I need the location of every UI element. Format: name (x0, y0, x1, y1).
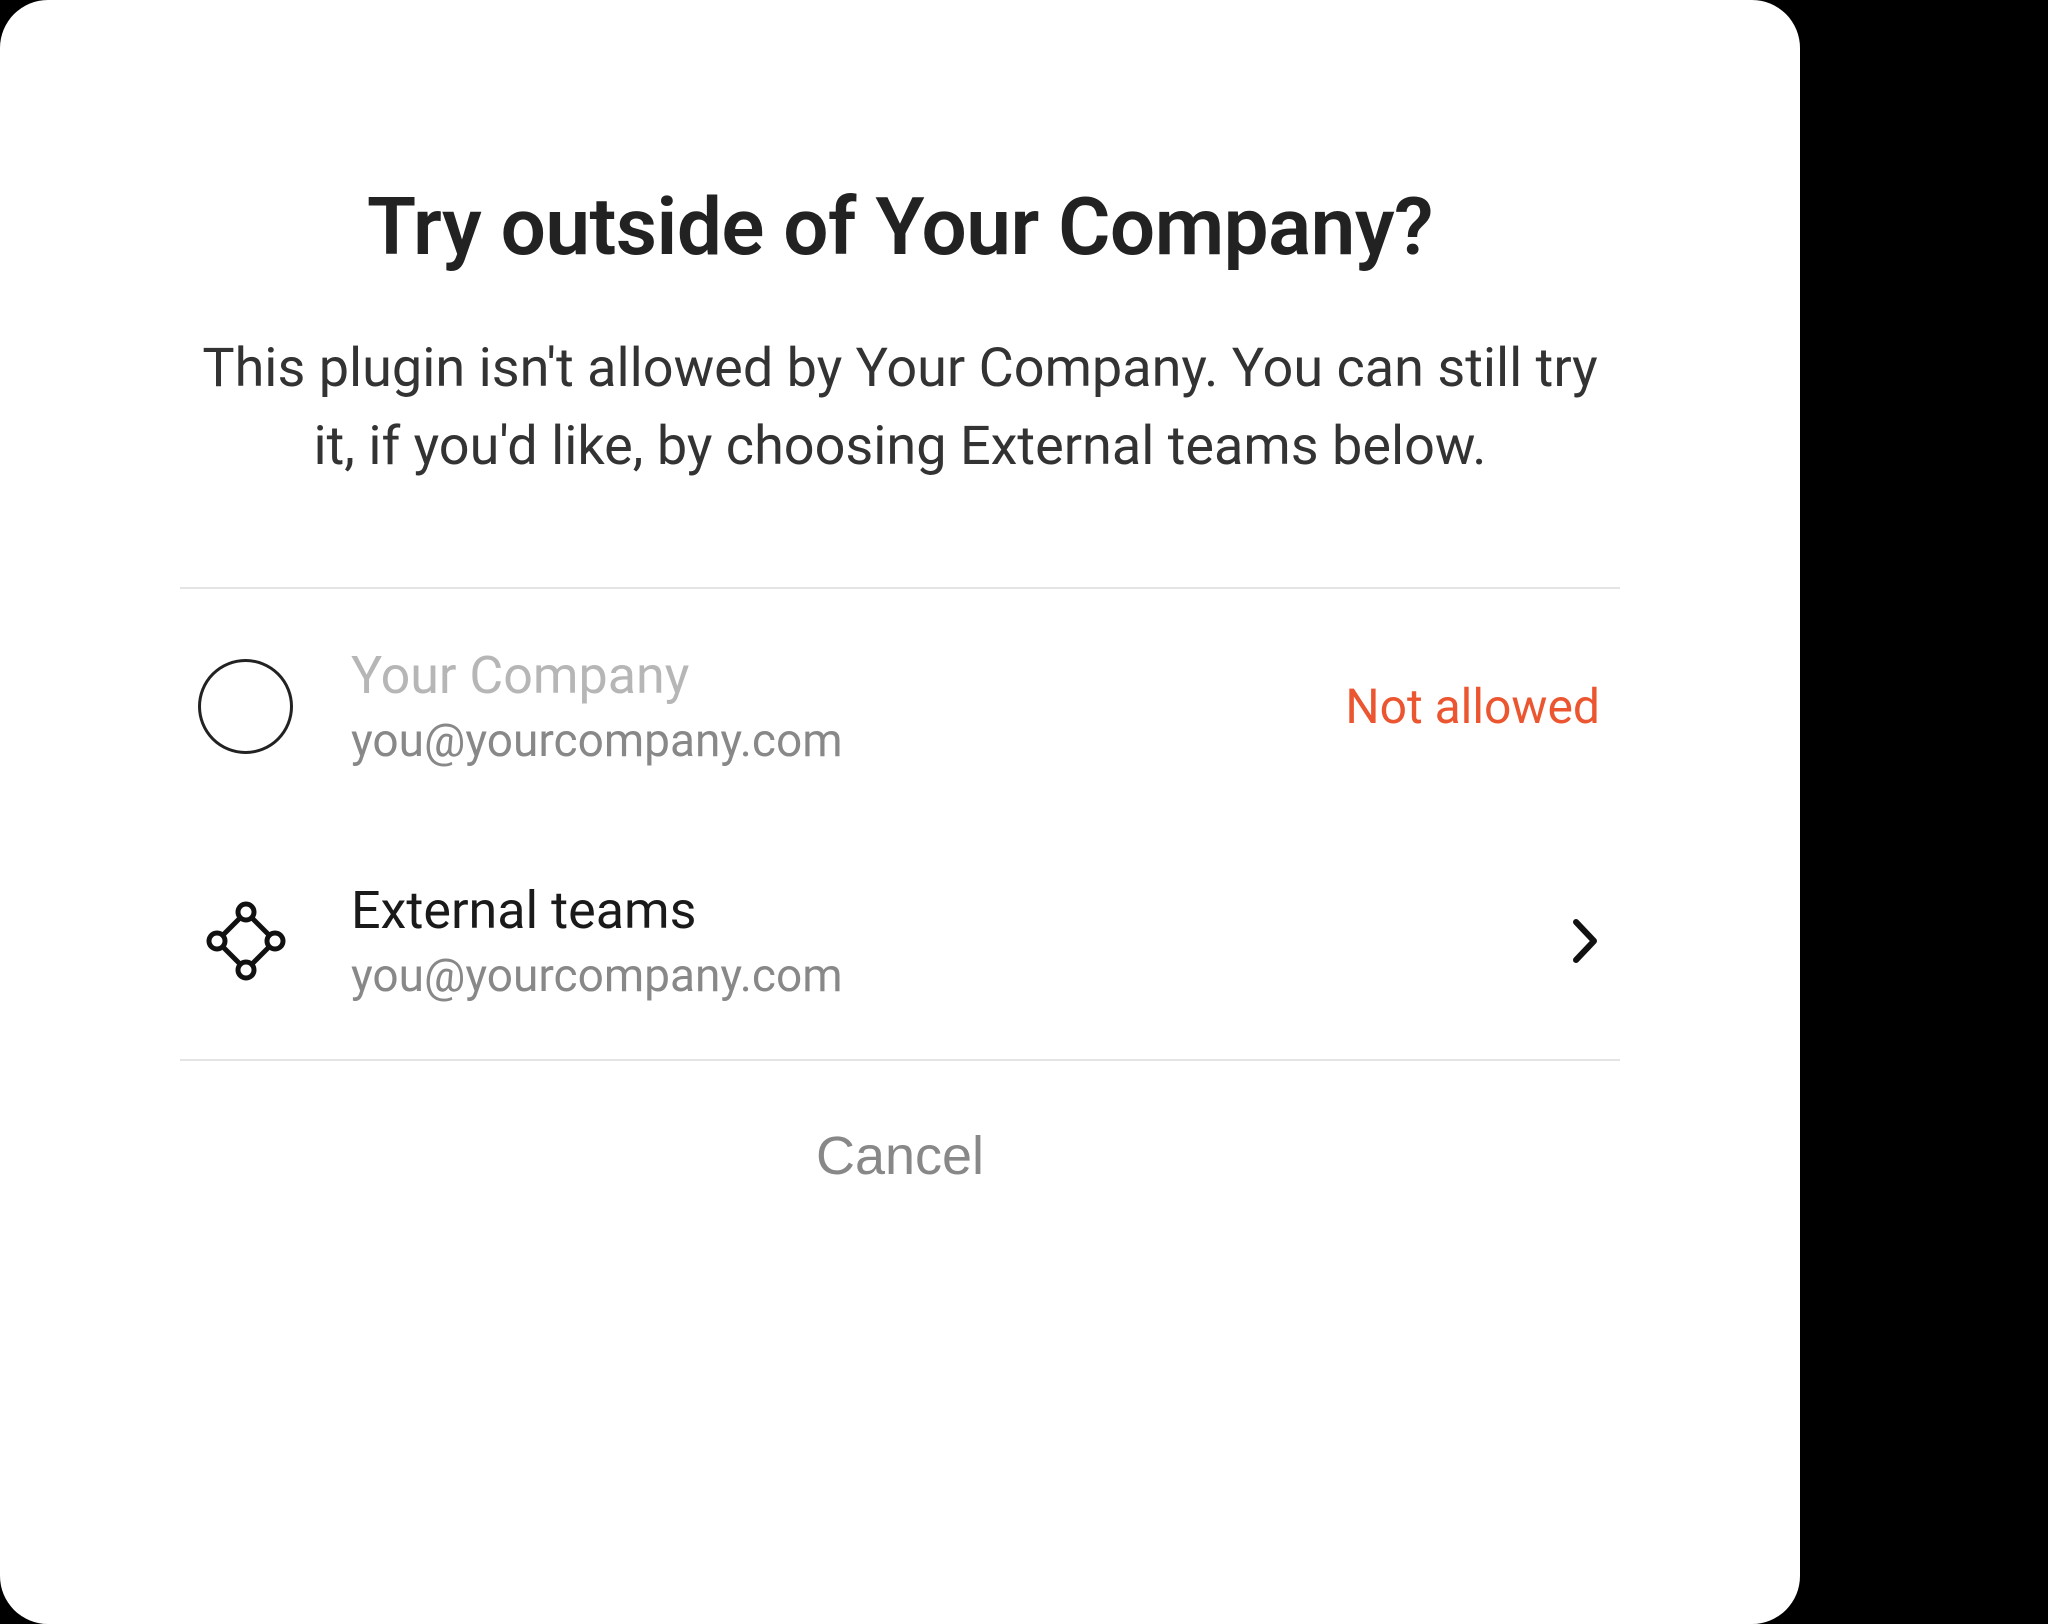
team-option-subtitle: you@yourcompany.com (351, 949, 1512, 1003)
team-option-text: External teams you@yourcompany.com (351, 880, 1512, 1003)
team-option-text: Your Company you@yourcompany.com (351, 645, 1287, 768)
team-option-external-teams[interactable]: External teams you@yourcompany.com (180, 824, 1620, 1059)
chevron-right-icon (1570, 916, 1600, 966)
network-icon (198, 894, 293, 989)
cancel-button[interactable]: Cancel (776, 1105, 1024, 1207)
divider (180, 1059, 1620, 1061)
team-option-status: Not allowed (1345, 678, 1600, 735)
team-option-title: Your Company (351, 645, 1287, 706)
dialog-actions: Cancel (180, 1105, 1620, 1207)
team-options-list: Your Company you@yourcompany.com Not all… (180, 587, 1620, 1061)
plugin-permission-dialog: Try outside of Your Company? This plugin… (0, 0, 1800, 1624)
team-option-subtitle: you@yourcompany.com (351, 714, 1287, 768)
dialog-title: Try outside of Your Company? (367, 180, 1433, 274)
dialog-subtitle: This plugin isn't allowed by Your Compan… (180, 330, 1620, 487)
avatar-icon (198, 659, 293, 754)
not-allowed-badge: Not allowed (1345, 678, 1600, 735)
team-option-title: External teams (351, 880, 1512, 941)
team-option-your-company: Your Company you@yourcompany.com Not all… (180, 589, 1620, 824)
